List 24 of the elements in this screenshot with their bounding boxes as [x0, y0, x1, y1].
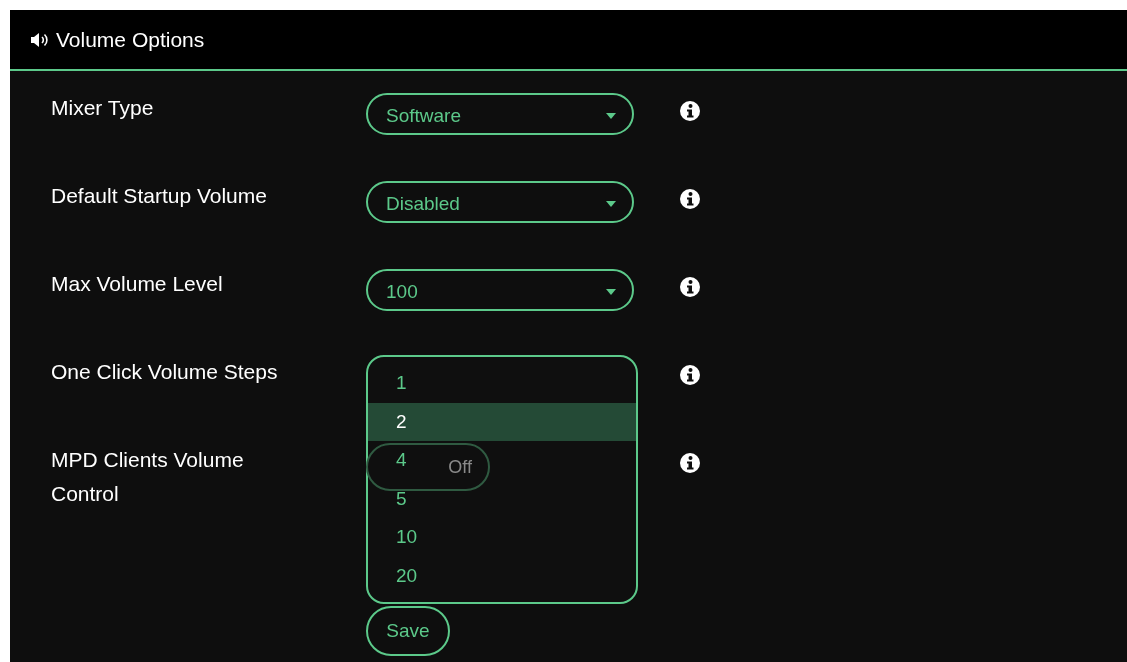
caret-icon [606, 201, 616, 207]
save-button[interactable]: Save [366, 606, 450, 656]
select-field[interactable]: Disabled [366, 181, 634, 223]
setting-label: MPD Clients Volume Control [51, 447, 245, 507]
setting-label: Default Startup Volume [51, 183, 268, 209]
dropdown-option[interactable]: 2 [396, 410, 407, 433]
setting-label: Mixer Type [51, 95, 155, 121]
caret-icon [606, 289, 616, 295]
setting-label: Max Volume Level [51, 271, 224, 297]
info-icon[interactable] [680, 453, 700, 473]
setting-label: One Click Volume Steps [51, 359, 279, 385]
speaker-icon [30, 31, 50, 48]
select-field[interactable]: 100 [366, 269, 634, 311]
caret-icon [606, 113, 616, 119]
dropdown-option[interactable]: 10 [396, 526, 418, 549]
dropdown-option[interactable]: 1 [396, 372, 407, 395]
select-field[interactable]: Software [366, 93, 634, 135]
info-icon[interactable] [680, 101, 700, 121]
panel-title: Volume Options [56, 27, 205, 52]
info-icon[interactable] [680, 277, 700, 297]
dropdown-option[interactable]: 4 [396, 449, 407, 472]
dropdown-option[interactable]: 20 [396, 564, 418, 587]
info-icon[interactable] [680, 365, 700, 385]
info-icon[interactable] [680, 189, 700, 209]
